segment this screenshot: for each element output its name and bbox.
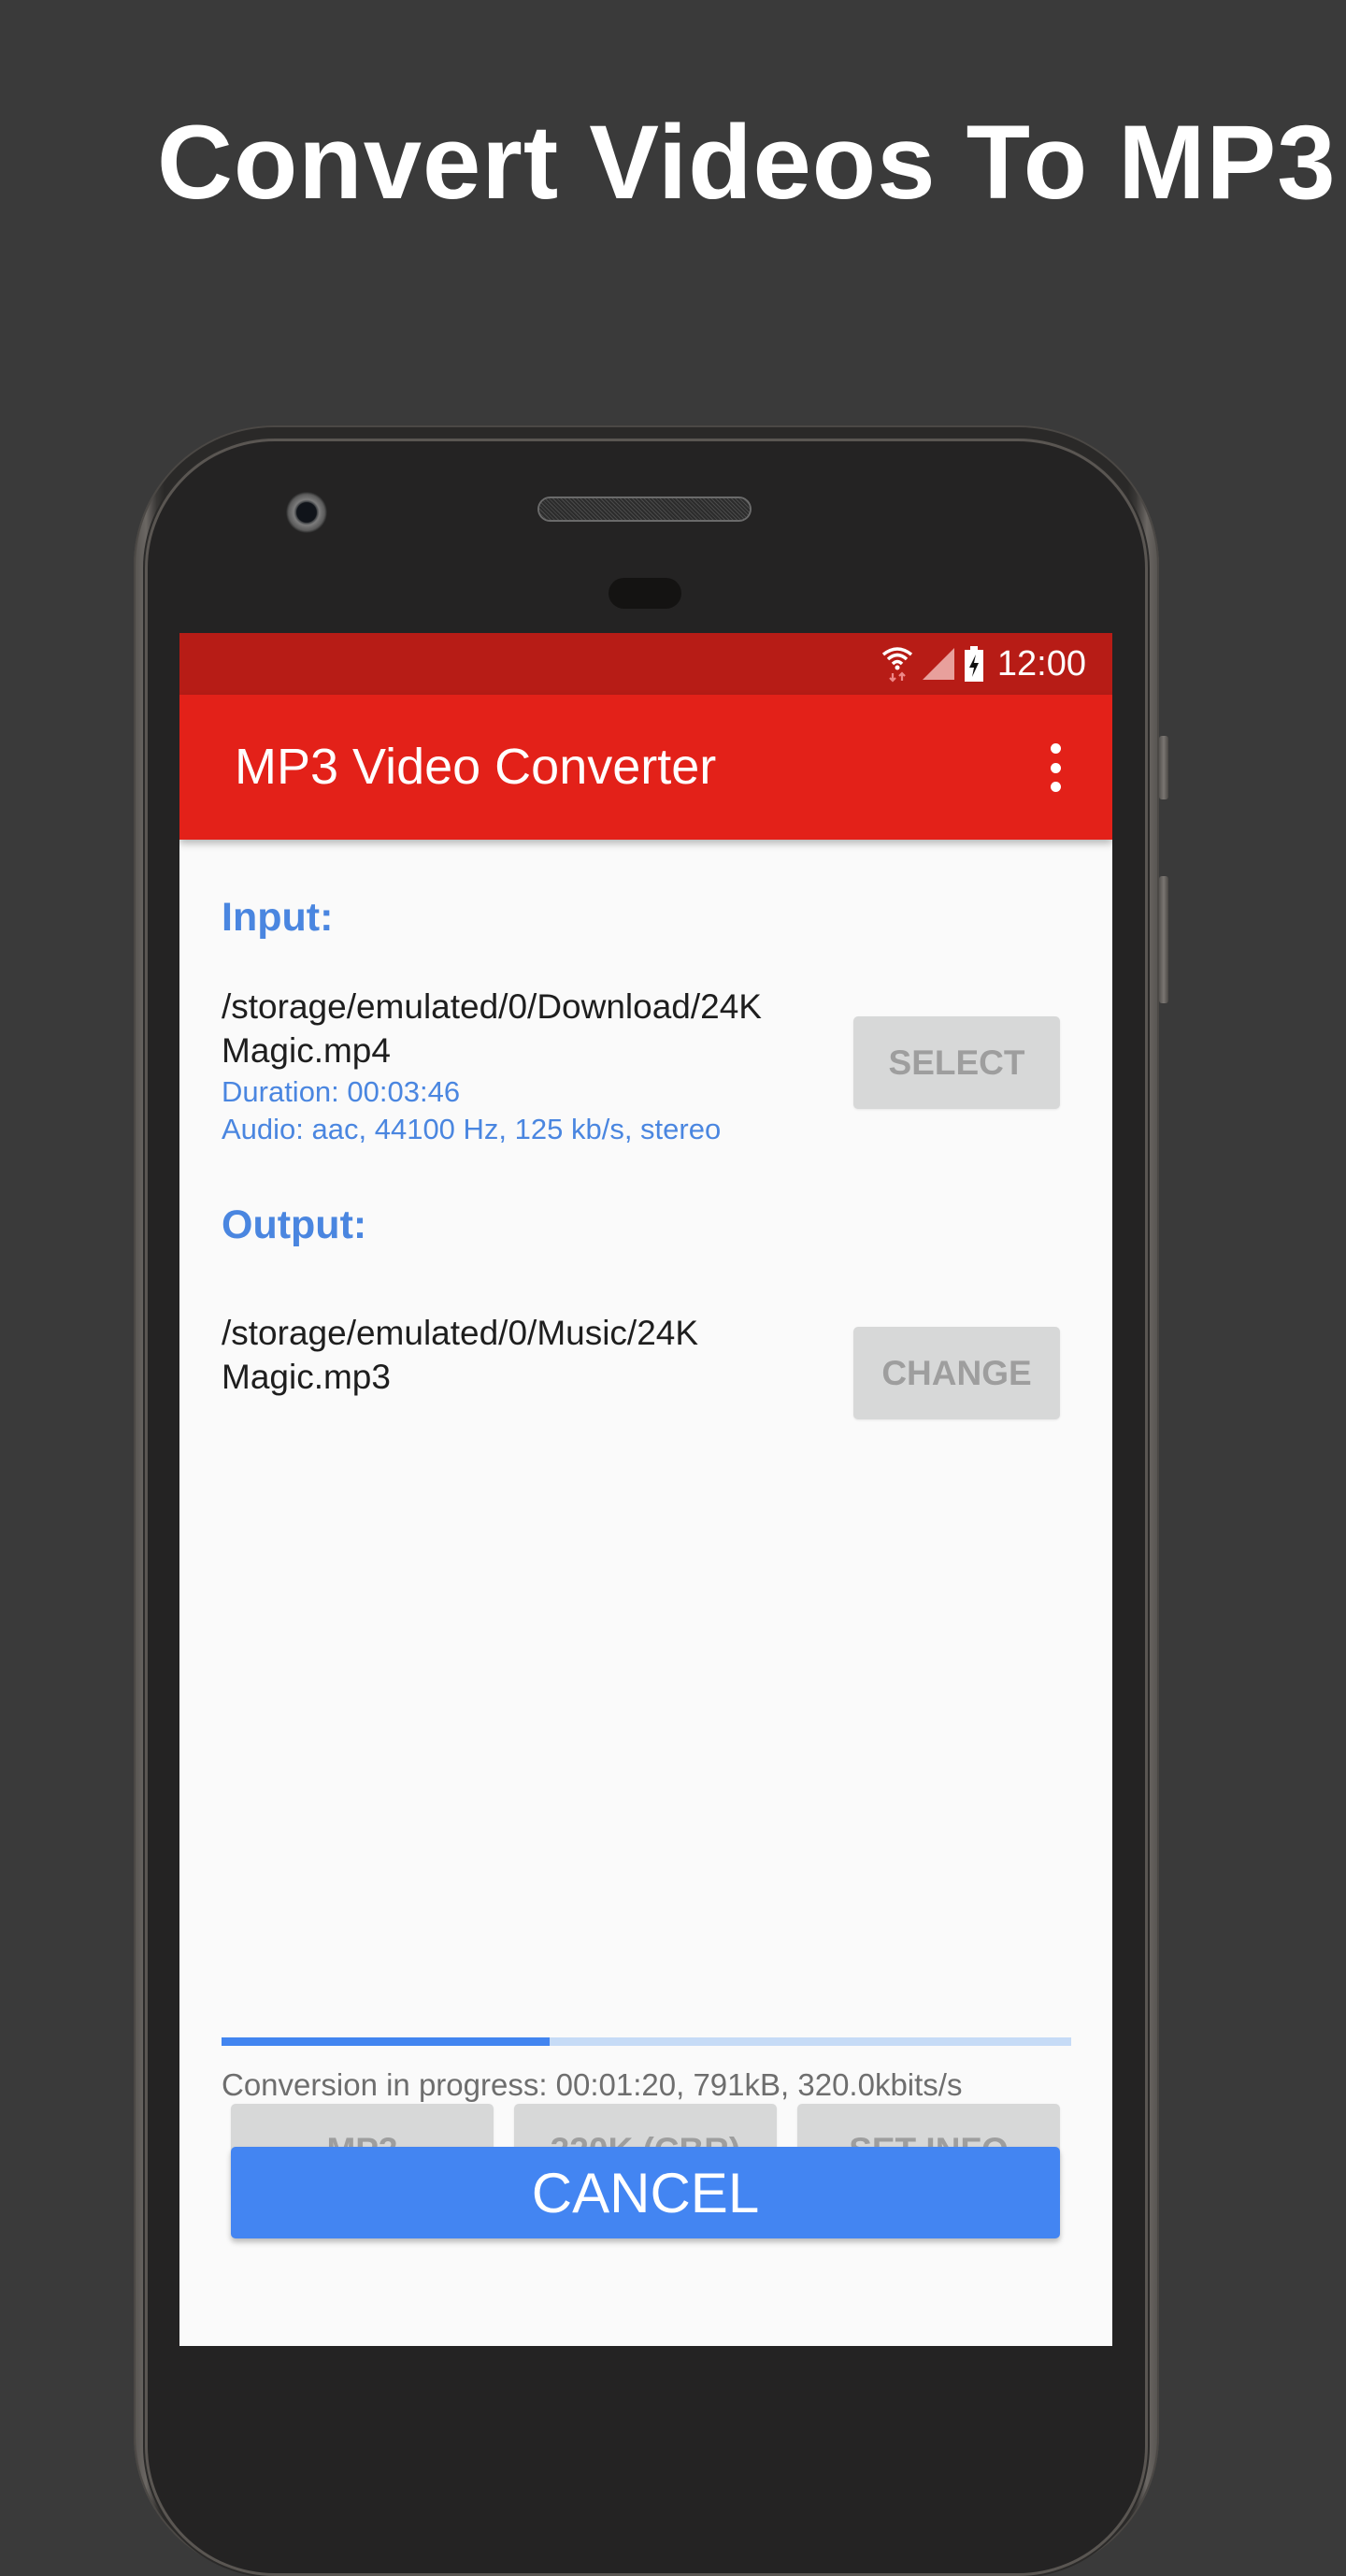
input-duration: Duration: 00:03:46 (222, 1075, 461, 1108)
input-path-line1: /storage/emulated/0/Download/24K (222, 987, 762, 1026)
volume-button (1159, 876, 1168, 1003)
input-path-line2: Magic.mp4 (222, 1031, 391, 1070)
select-button[interactable]: SELECT (853, 1016, 1060, 1109)
app-bar: MP3 Video Converter (179, 695, 1112, 840)
status-bar: 12:00 (179, 633, 1112, 695)
cancel-button[interactable]: CANCEL (231, 2147, 1060, 2238)
proximity-sensor (609, 578, 681, 609)
battery-charging-icon (964, 646, 983, 682)
output-path-line1: /storage/emulated/0/Music/24K (222, 1314, 699, 1352)
progress-fill (222, 2037, 550, 2046)
cell-signal-icon (922, 648, 954, 680)
progress-status-text: Conversion in progress: 00:01:20, 791kB,… (222, 2067, 963, 2102)
input-path: /storage/emulated/0/Download/24K Magic.m… (222, 985, 838, 1072)
front-camera-icon (286, 492, 327, 533)
app-title: MP3 Video Converter (235, 739, 717, 795)
status-time: 12:00 (996, 644, 1086, 684)
output-label: Output: (222, 1202, 367, 1247)
wifi-icon (881, 647, 912, 683)
input-label: Input: (222, 895, 334, 940)
power-button (1159, 736, 1168, 799)
conversion-progress-bar (222, 2037, 1071, 2046)
earpiece-speaker (539, 498, 750, 520)
output-path-line2: Magic.mp3 (222, 1358, 391, 1396)
phone-screen: 12:00 MP3 Video Converter Input: /storag… (179, 633, 1112, 2346)
promo-headline: Convert Videos To MP3 (157, 104, 1337, 221)
more-vert-icon[interactable] (1039, 740, 1071, 796)
input-audio-info: Audio: aac, 44100 Hz, 125 kb/s, stereo (222, 1113, 722, 1145)
output-path: /storage/emulated/0/Music/24K Magic.mp3 (222, 1311, 838, 1399)
change-button[interactable]: CHANGE (853, 1327, 1060, 1419)
main-content: Input: /storage/emulated/0/Download/24K … (179, 840, 1112, 2346)
